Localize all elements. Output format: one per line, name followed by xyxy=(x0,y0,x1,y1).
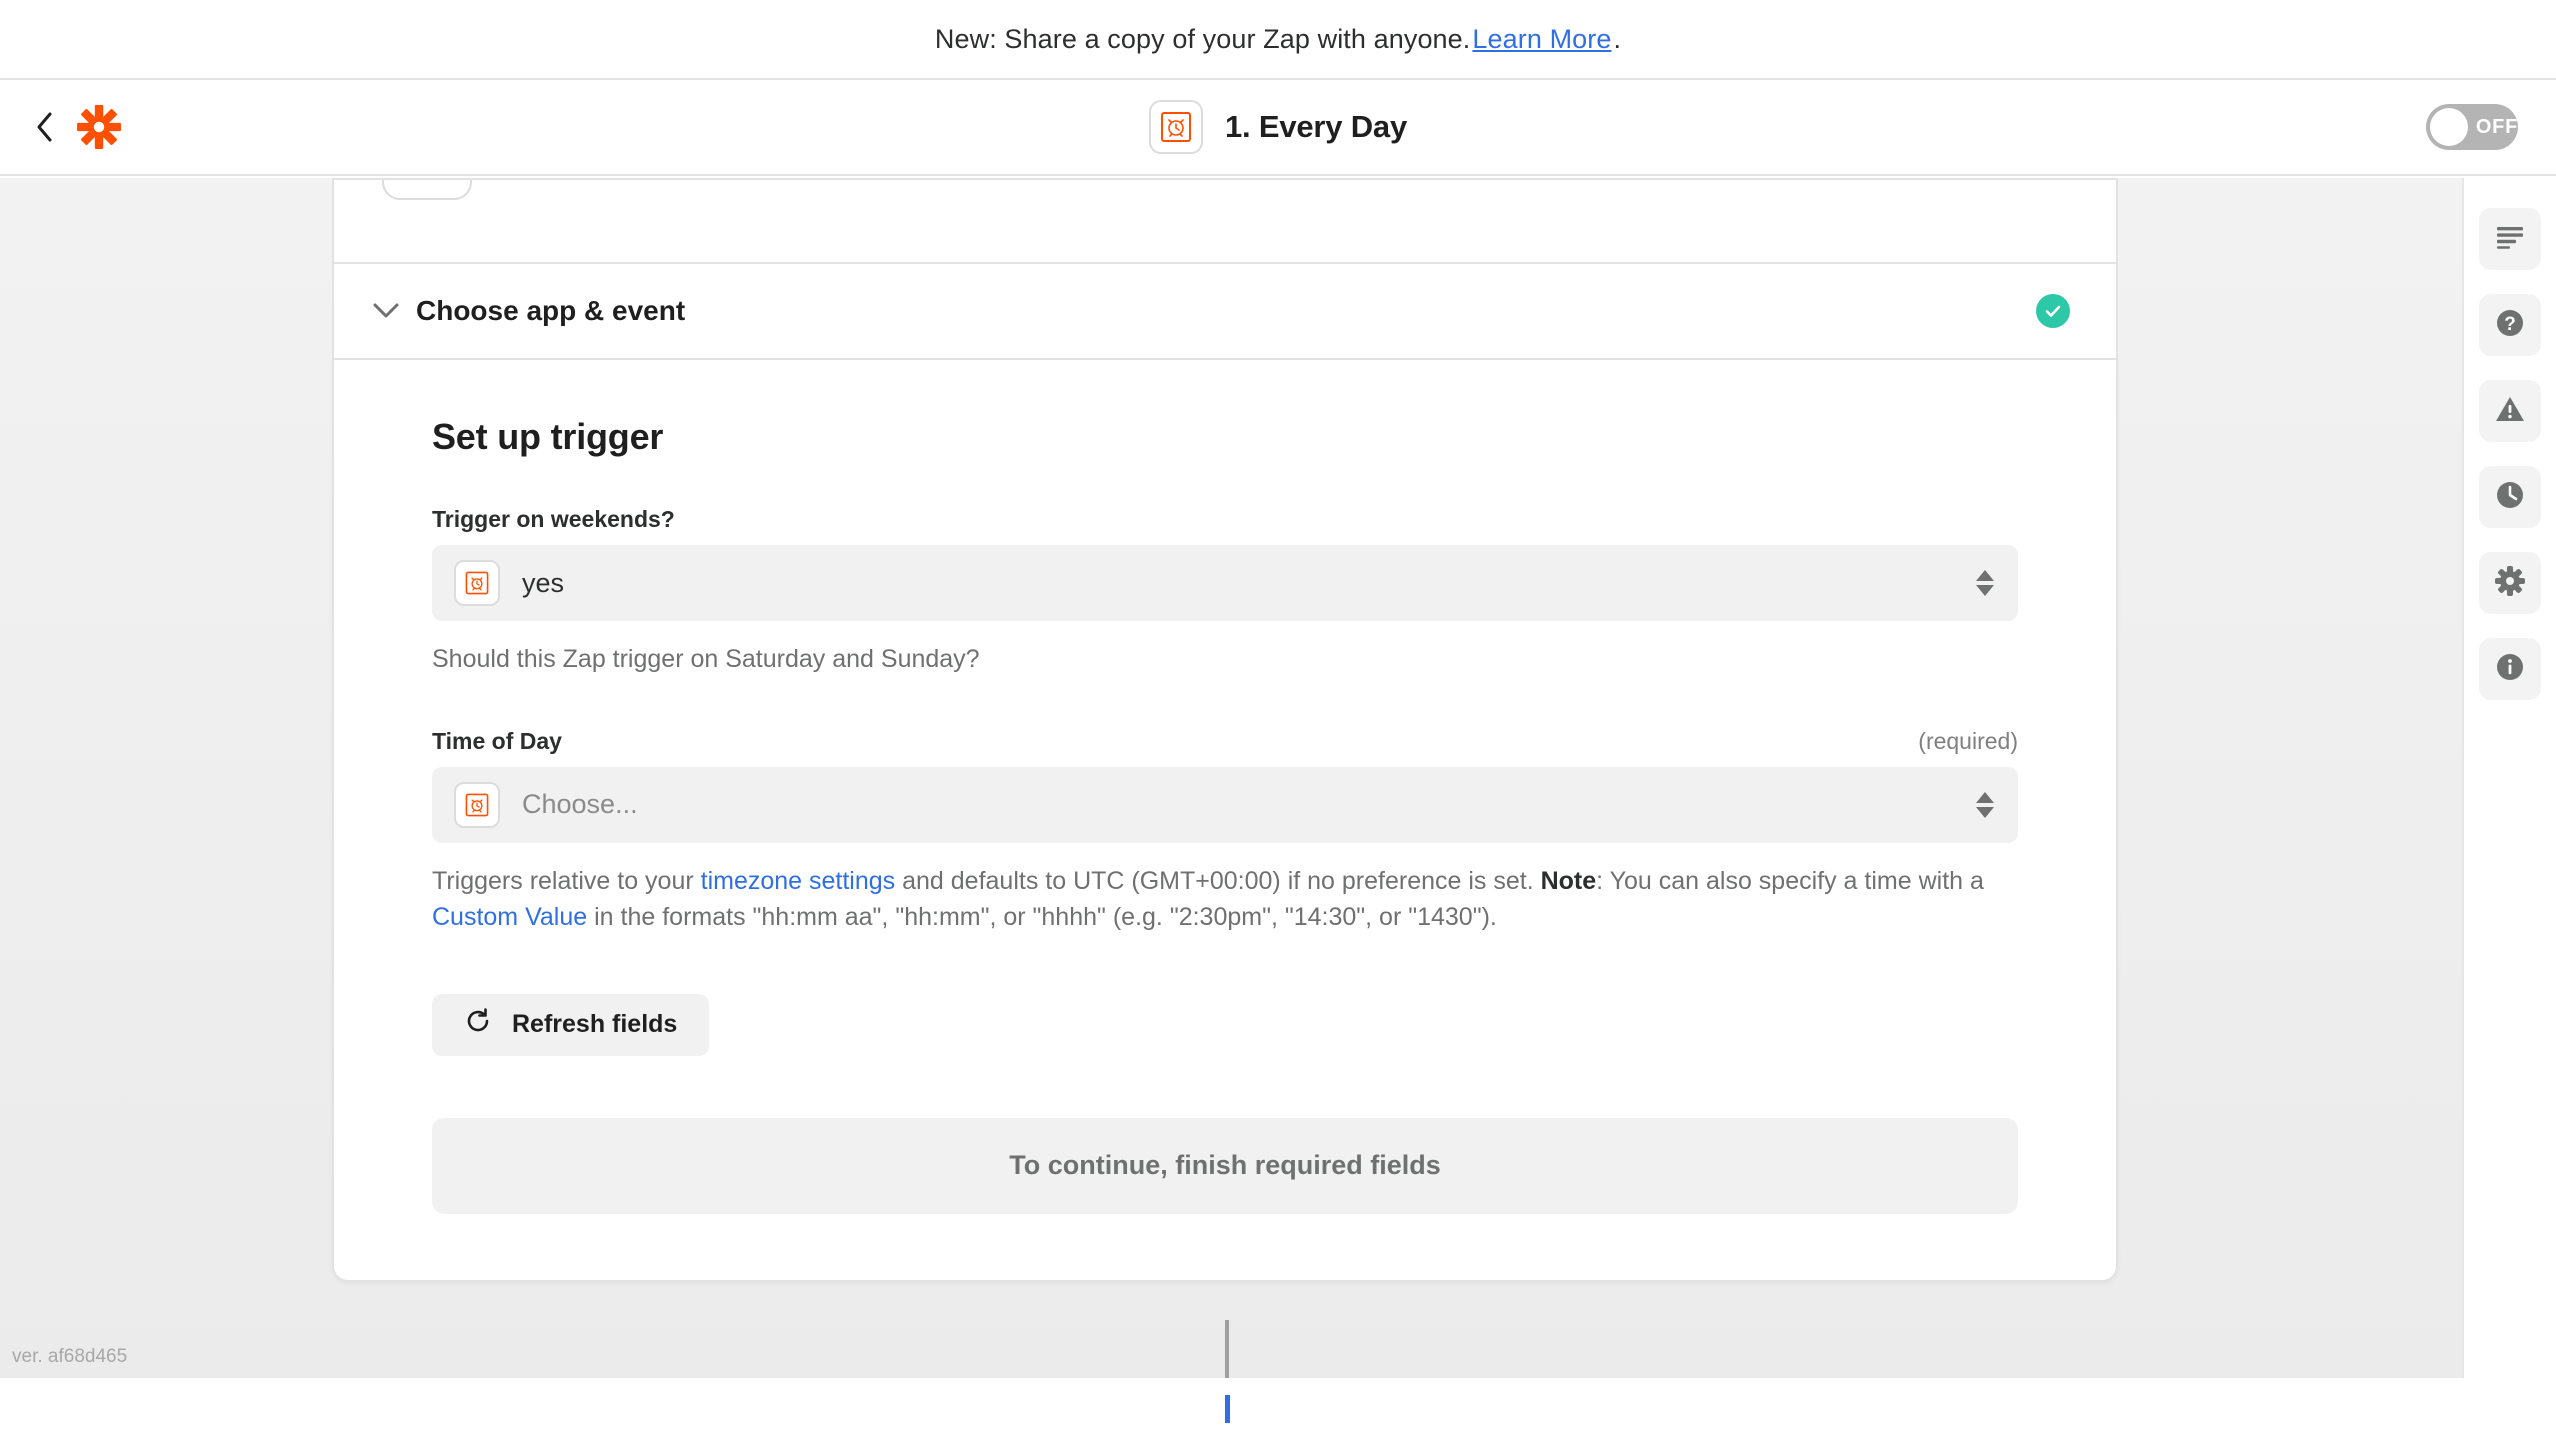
select-stepper-arrows-icon[interactable] xyxy=(1976,792,1994,818)
alarm-clock-icon xyxy=(454,560,500,606)
select-value: yes xyxy=(522,568,564,599)
info-circle-icon xyxy=(2494,651,2526,688)
field-required-marker: (required) xyxy=(1918,728,2018,755)
field-label: Trigger on weekends? xyxy=(432,506,675,533)
step-connector-line xyxy=(1225,1320,1229,1384)
field-label-row: Trigger on weekends? xyxy=(432,506,2018,533)
announcement-text-after: . xyxy=(1613,24,1621,55)
zapier-logo-icon[interactable] xyxy=(76,104,122,150)
helper-note-bold: Note xyxy=(1541,867,1597,895)
top-bar-right-group: OFF xyxy=(2426,104,2556,150)
trigger-on-weekends-select[interactable]: yes xyxy=(432,545,2018,621)
field-time-of-day: Time of Day (required) xyxy=(432,728,2018,936)
step-card-stack: 1. Every Day Choose app & event Set up t… xyxy=(332,178,2118,1282)
alarm-clock-icon xyxy=(1149,100,1203,154)
rail-item-info[interactable] xyxy=(2479,638,2541,700)
zap-on-off-toggle[interactable]: OFF xyxy=(2426,104,2518,150)
step-card-header-cropped[interactable]: 1. Every Day xyxy=(332,178,2118,262)
field-trigger-on-weekends: Trigger on weekends? xyxy=(432,506,2018,678)
rail-item-settings[interactable] xyxy=(2479,552,2541,614)
top-bar: 1. Every Day OFF xyxy=(0,80,2556,176)
refresh-fields-button[interactable]: Refresh fields xyxy=(432,994,709,1056)
refresh-fields-label: Refresh fields xyxy=(512,1010,677,1039)
right-sidebar: ? xyxy=(2462,178,2556,1378)
step-card-header-inner: 1. Every Day xyxy=(382,178,738,200)
time-of-day-select[interactable]: Choose... xyxy=(432,767,2018,843)
svg-text:?: ? xyxy=(2504,314,2516,335)
helper-part-2: and defaults to UTC (GMT+00:00) if no pr… xyxy=(895,867,1540,895)
version-label: ver. af68d465 xyxy=(12,1346,127,1368)
continue-status-bar: To continue, finish required fields xyxy=(432,1118,2018,1214)
top-bar-left-group xyxy=(0,104,122,150)
choose-app-and-event-header[interactable]: Choose app & event xyxy=(332,262,2118,358)
set-up-trigger-panel: Set up trigger Trigger on weekends? xyxy=(332,358,2118,1282)
settings-gear-icon xyxy=(2494,565,2526,602)
warning-triangle-icon xyxy=(2494,394,2526,429)
select-stepper-arrows-icon[interactable] xyxy=(1976,570,1994,596)
toggle-knob xyxy=(2430,108,2468,146)
notes-lines-icon xyxy=(2495,225,2525,254)
alarm-clock-icon xyxy=(382,178,472,200)
spacer xyxy=(432,684,2018,728)
zap-title[interactable]: 1. Every Day xyxy=(1225,109,1407,145)
select-placeholder: Choose... xyxy=(522,789,638,820)
triangle-up-icon xyxy=(1976,570,1994,581)
check-circle-icon xyxy=(2036,294,2070,328)
rail-item-warnings[interactable] xyxy=(2479,380,2541,442)
triangle-down-icon xyxy=(1976,585,1994,596)
field-helper-text: Should this Zap trigger on Saturday and … xyxy=(432,641,2018,678)
zap-editor-canvas: 1. Every Day Choose app & event Set up t… xyxy=(0,178,2556,1378)
field-label: Time of Day xyxy=(432,728,562,755)
helper-part-1: Triggers relative to your xyxy=(432,867,701,895)
history-clock-icon xyxy=(2494,479,2526,516)
add-step-button[interactable] xyxy=(1196,1378,1258,1440)
timezone-settings-link[interactable]: timezone settings xyxy=(701,867,896,895)
custom-value-link[interactable]: Custom Value xyxy=(432,903,587,931)
toggle-state-label: OFF xyxy=(2476,116,2518,139)
rail-item-help[interactable]: ? xyxy=(2479,294,2541,356)
field-label-row: Time of Day (required) xyxy=(432,728,2018,755)
plus-icon xyxy=(1225,1395,1230,1423)
alarm-clock-icon xyxy=(454,782,500,828)
back-chevron-icon[interactable] xyxy=(34,110,56,144)
triangle-down-icon xyxy=(1976,807,1994,818)
announcement-text: New: Share a copy of your Zap with anyon… xyxy=(935,24,1471,55)
zap-title-group: 1. Every Day xyxy=(1149,100,1407,154)
section-title: Choose app & event xyxy=(416,295,685,327)
triangle-up-icon xyxy=(1976,792,1994,803)
time-of-day-helper-text: Triggers relative to your timezone setti… xyxy=(432,863,2018,936)
helper-part-4: in the formats "hh:mm aa", "hh:mm", or "… xyxy=(587,903,1497,931)
rail-item-notes[interactable] xyxy=(2479,208,2541,270)
learn-more-link[interactable]: Learn More xyxy=(1472,24,1611,55)
page-title: Set up trigger xyxy=(432,416,2018,458)
helper-part-3: : You can also specify a time with a xyxy=(1596,867,1984,895)
rail-item-history[interactable] xyxy=(2479,466,2541,528)
refresh-icon xyxy=(464,1007,492,1042)
help-question-icon: ? xyxy=(2494,307,2526,344)
continue-status-label: To continue, finish required fields xyxy=(1009,1150,1441,1181)
chevron-down-icon[interactable] xyxy=(364,289,408,333)
announcement-banner: New: Share a copy of your Zap with anyon… xyxy=(0,0,2556,80)
